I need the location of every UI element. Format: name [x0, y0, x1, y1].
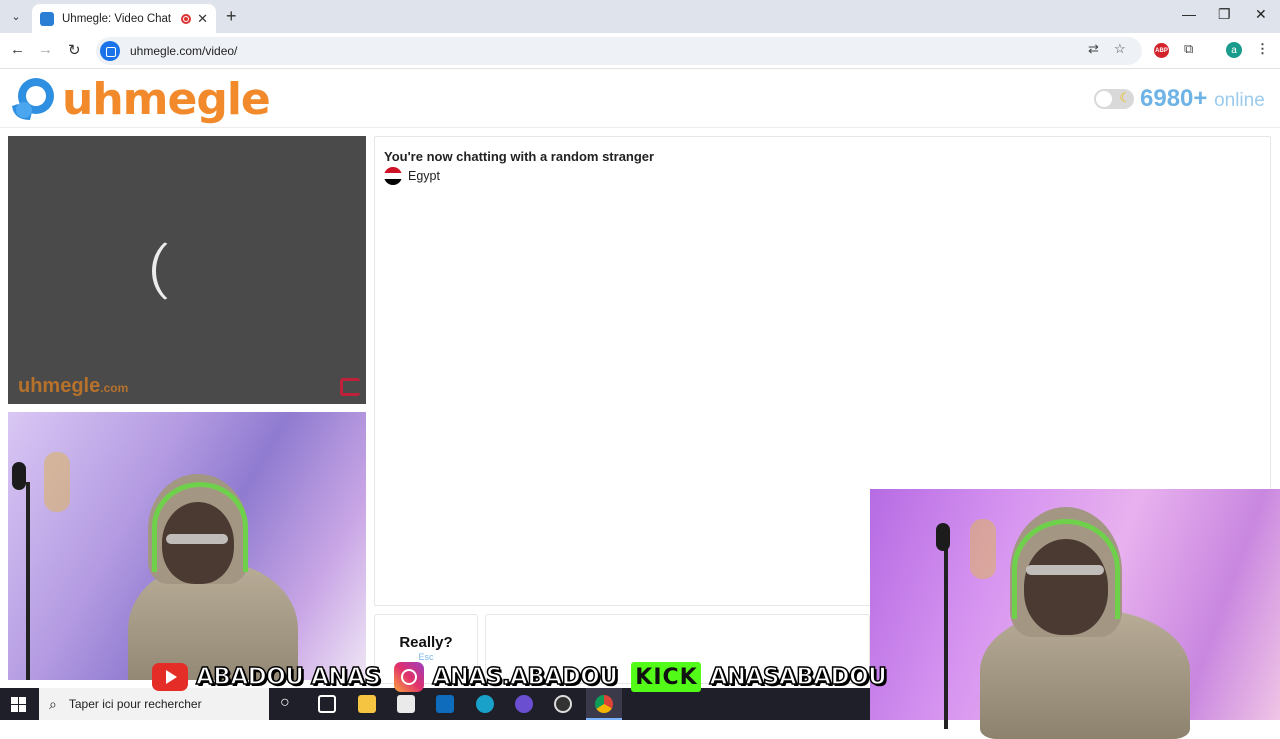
mic-stand — [26, 482, 30, 680]
instagram-icon — [394, 662, 425, 692]
browser-menu-icon[interactable]: ⋮ — [1256, 41, 1269, 57]
site-header: uhmegle ☾ 6980+ online — [0, 70, 1280, 128]
online-count: 6980+ — [1140, 85, 1208, 112]
window-close-button[interactable]: ✕ — [1255, 6, 1267, 23]
outlook-icon[interactable] — [436, 695, 454, 713]
browser-tab-strip: ⌄ Uhmegle: Video Chat | Ome ✕ + — ❐ ✕ — [0, 0, 1280, 33]
egypt-flag-icon — [384, 167, 402, 185]
background-guitar — [970, 519, 996, 579]
tab-close-icon[interactable]: ✕ — [197, 11, 208, 27]
minimize-button[interactable]: — — [1182, 6, 1196, 22]
cortana-icon[interactable]: ○ — [280, 694, 290, 712]
stranger-country: Egypt — [384, 167, 440, 185]
microphone — [12, 462, 26, 490]
active-tab[interactable]: Uhmegle: Video Chat | Ome ✕ — [32, 4, 216, 33]
site-info-icon[interactable] — [100, 41, 120, 61]
file-explorer-icon[interactable] — [358, 695, 376, 713]
profile-avatar[interactable]: a — [1226, 42, 1242, 58]
stream-social-banner: ABADOU ANAS ANAS.ABADOU KICK ANASABADOU — [152, 660, 900, 694]
task-view-icon[interactable] — [318, 695, 336, 713]
kick-handle: ANASABADOU — [709, 663, 888, 691]
stranger-video: uhmegle.com — [8, 136, 366, 404]
extensions-icon[interactable]: ⧉ — [1184, 41, 1193, 57]
youtube-icon — [152, 663, 188, 691]
taskbar-search-placeholder: Taper ici pour rechercher — [68, 697, 202, 711]
toggle-knob — [1096, 91, 1112, 107]
restore-button[interactable]: ❐ — [1218, 6, 1231, 23]
mic-stand — [944, 549, 948, 729]
person-headset — [152, 482, 248, 572]
background-guitar — [44, 452, 70, 512]
chrome-icon[interactable] — [595, 695, 613, 713]
country-name: Egypt — [408, 169, 440, 183]
instagram-handle: ANAS.ABADOU — [432, 663, 619, 691]
moon-icon: ☾ — [1119, 90, 1131, 105]
online-label: online — [1214, 90, 1265, 111]
forward-button[interactable]: → — [38, 41, 53, 58]
dark-mode-toggle[interactable]: ☾ — [1094, 89, 1134, 109]
streamer-webcam-overlay — [870, 489, 1280, 739]
tab-title: Uhmegle: Video Chat | Ome — [62, 12, 175, 25]
search-icon: ⌕ — [49, 695, 57, 712]
loading-spinner-icon — [152, 236, 212, 306]
microphone — [936, 523, 950, 551]
site-logo-text[interactable]: uhmegle — [62, 74, 271, 125]
bookmark-star-icon[interactable]: ☆ — [1114, 41, 1126, 57]
recording-indicator-icon — [181, 13, 192, 24]
new-tab-button[interactable]: + — [226, 6, 237, 27]
self-video — [8, 412, 366, 680]
chat-status-message: You're now chatting with a random strang… — [384, 149, 655, 164]
url-text[interactable]: uhmegle.com/video/ — [130, 44, 237, 58]
watermark-text: uhmegle — [18, 375, 101, 397]
youtube-handle: ABADOU ANAS — [195, 663, 381, 691]
watermark-suffix: .com — [100, 381, 129, 395]
translate-icon[interactable]: ⇄ — [1088, 41, 1099, 57]
uhmegle-logo-icon[interactable] — [10, 76, 58, 122]
app-icon[interactable] — [515, 695, 533, 713]
adblock-extension-icon[interactable]: ABP — [1154, 43, 1169, 58]
address-bar[interactable]: uhmegle.com/video/ — [96, 37, 1142, 65]
online-counter: 6980+ online — [1140, 85, 1265, 113]
report-flag-icon[interactable] — [340, 378, 360, 396]
uhmegle-favicon-icon — [40, 11, 54, 26]
tab-search-chevron-icon[interactable]: ⌄ — [6, 6, 26, 26]
reload-button[interactable]: ↻ — [68, 41, 81, 59]
store-icon[interactable] — [397, 695, 415, 713]
person-headset — [1012, 519, 1120, 619]
obs-icon[interactable] — [554, 695, 572, 713]
video-watermark: uhmegle.com — [18, 375, 128, 398]
back-button[interactable]: ← — [10, 41, 25, 58]
browser-toolbar: ← → ↻ uhmegle.com/video/ ⇄ ☆ ⧉ ⋮ — [0, 33, 1280, 69]
kick-logo-icon: KICK — [631, 662, 702, 692]
edge-icon[interactable] — [476, 695, 494, 713]
stop-button-label: Really? — [399, 634, 453, 651]
windows-start-icon[interactable] — [11, 697, 26, 712]
